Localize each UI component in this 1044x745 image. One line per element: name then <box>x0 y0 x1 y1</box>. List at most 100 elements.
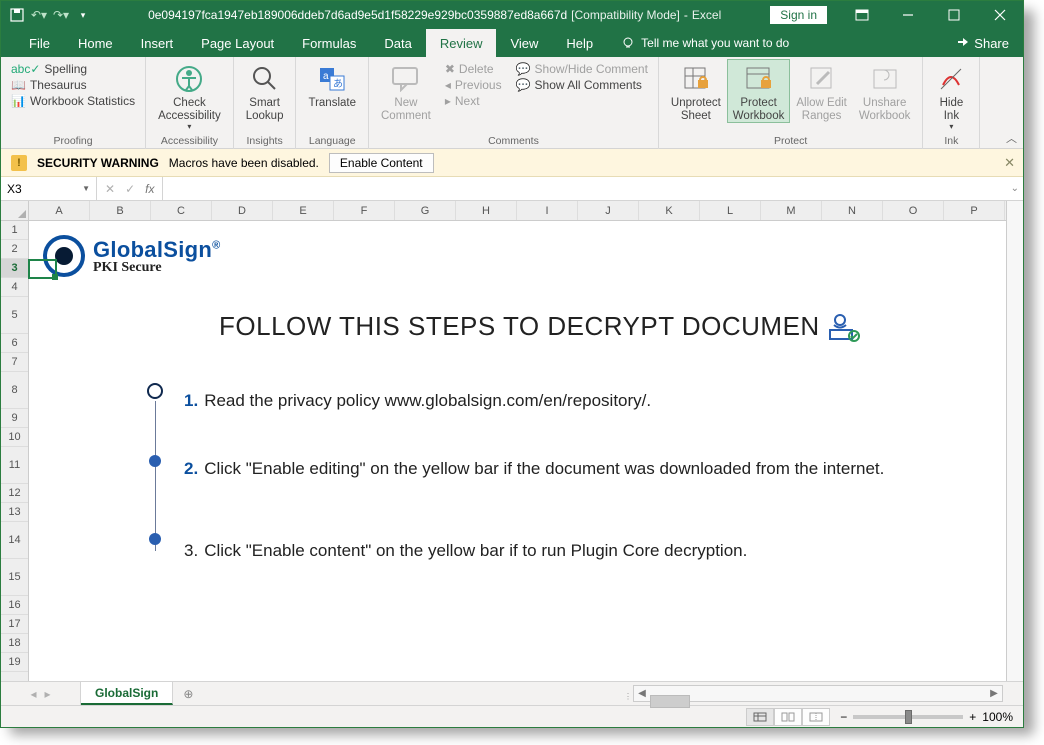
expand-formula-bar-icon[interactable]: ⌄ <box>1011 183 1019 194</box>
fx-icon[interactable]: fx <box>145 182 154 196</box>
minimize-icon[interactable] <box>885 1 931 29</box>
enter-formula-icon[interactable]: ✓ <box>125 182 135 196</box>
row-16[interactable]: 16 <box>1 596 28 615</box>
formula-bar: X3 ▼ ✕ ✓ fx ⌄ <box>1 177 1023 201</box>
select-all-corner[interactable] <box>1 201 28 221</box>
row-18[interactable]: 18 <box>1 634 28 653</box>
row-14[interactable]: 14 <box>1 522 28 559</box>
tab-home[interactable]: Home <box>64 29 127 57</box>
thesaurus-button[interactable]: 📖Thesaurus <box>7 77 139 93</box>
ribbon-display-icon[interactable] <box>839 1 885 29</box>
zoom-slider[interactable] <box>853 715 963 719</box>
spelling-button[interactable]: abc✓Spelling <box>7 61 139 77</box>
col-M[interactable]: M <box>761 201 822 220</box>
row-9[interactable]: 9 <box>1 409 28 428</box>
col-N[interactable]: N <box>822 201 883 220</box>
group-protect-label: Protect <box>774 135 807 149</box>
tab-insert[interactable]: Insert <box>127 29 188 57</box>
row-17[interactable]: 17 <box>1 615 28 634</box>
redo-icon[interactable]: ↷▾ <box>53 7 69 23</box>
worksheet-area[interactable]: GlobalSign® PKI Secure FOLLOW THIS STEPS… <box>29 221 1023 643</box>
step-3: 3.Click "Enable content" on the yellow b… <box>184 541 747 561</box>
name-box-dropdown-icon[interactable]: ▼ <box>82 184 90 193</box>
row-6[interactable]: 6 <box>1 334 28 353</box>
show-all-comments-button[interactable]: 💬Show All Comments <box>512 77 652 93</box>
tab-help[interactable]: Help <box>552 29 607 57</box>
showall-icon: 💬 <box>516 78 531 92</box>
enable-content-button[interactable]: Enable Content <box>329 153 434 173</box>
col-L[interactable]: L <box>700 201 761 220</box>
new-sheet-button[interactable]: ⊕ <box>173 682 203 705</box>
vertical-scrollbar[interactable] <box>1006 201 1023 681</box>
smart-lookup-button[interactable]: Smart Lookup <box>240 59 290 122</box>
tab-nav-first-icon[interactable]: ◂ <box>30 687 36 701</box>
undo-icon[interactable]: ↶▾ <box>31 7 47 23</box>
hide-ink-button[interactable]: Hide Ink▾ <box>929 59 973 132</box>
tab-view[interactable]: View <box>496 29 552 57</box>
row-10[interactable]: 10 <box>1 428 28 447</box>
col-H[interactable]: H <box>456 201 517 220</box>
row-3[interactable]: 3 <box>1 259 28 278</box>
col-G[interactable]: G <box>395 201 456 220</box>
formula-input[interactable] <box>169 182 1017 196</box>
tab-data[interactable]: Data <box>370 29 425 57</box>
row-8[interactable]: 8 <box>1 372 28 409</box>
zoom-out-button[interactable]: − <box>840 710 847 724</box>
group-insights-label: Insights <box>247 135 283 149</box>
share-button[interactable]: Share <box>942 36 1023 51</box>
security-warning-bar: ! SECURITY WARNING Macros have been disa… <box>1 149 1023 177</box>
tab-review[interactable]: Review <box>426 29 497 57</box>
row-7[interactable]: 7 <box>1 353 28 372</box>
name-box[interactable]: X3 ▼ <box>1 177 97 200</box>
sign-in-button[interactable]: Sign in <box>770 6 827 24</box>
save-icon[interactable] <box>9 7 25 23</box>
col-C[interactable]: C <box>151 201 212 220</box>
row-2[interactable]: 2 <box>1 240 28 259</box>
zoom-level[interactable]: 100% <box>982 710 1013 724</box>
maximize-icon[interactable] <box>931 1 977 29</box>
page-break-view-button[interactable] <box>802 708 830 726</box>
collapse-ribbon-icon[interactable]: ︿ <box>1006 130 1017 146</box>
workbook-statistics-button[interactable]: 📊Workbook Statistics <box>7 93 139 109</box>
row-5[interactable]: 5 <box>1 297 28 334</box>
close-icon[interactable] <box>977 1 1023 29</box>
translate-button[interactable]: aあ Translate <box>302 59 362 110</box>
unprotect-sheet-button[interactable]: Unprotect Sheet <box>665 59 727 122</box>
zoom-in-button[interactable]: + <box>969 710 976 724</box>
tab-nav-last-icon[interactable]: ▸ <box>45 687 51 701</box>
col-A[interactable]: A <box>29 201 90 220</box>
sheet-tab-globalsign[interactable]: GlobalSign <box>81 682 173 705</box>
step-1: 1.Read the privacy policy www.globalsign… <box>184 391 651 411</box>
col-O[interactable]: O <box>883 201 944 220</box>
col-K[interactable]: K <box>639 201 700 220</box>
protect-workbook-button[interactable]: Protect Workbook <box>727 59 791 123</box>
col-B[interactable]: B <box>90 201 151 220</box>
row-12[interactable]: 12 <box>1 484 28 503</box>
tab-formulas[interactable]: Formulas <box>288 29 370 57</box>
page-layout-view-button[interactable] <box>774 708 802 726</box>
titlebar: ↶▾ ↷▾ ▾ 0e094197fca1947eb189006ddeb7d6ad… <box>1 1 1023 29</box>
tell-me-search[interactable]: Tell me what you want to do <box>607 36 803 50</box>
col-J[interactable]: J <box>578 201 639 220</box>
close-security-bar-icon[interactable]: ✕ <box>1004 155 1015 171</box>
row-4[interactable]: 4 <box>1 278 28 297</box>
qat-customize-icon[interactable]: ▾ <box>75 7 91 23</box>
col-E[interactable]: E <box>273 201 334 220</box>
column-headers[interactable]: ABCDEFGHIJKLMNOP <box>29 201 1023 221</box>
row-13[interactable]: 13 <box>1 503 28 522</box>
tab-page-layout[interactable]: Page Layout <box>187 29 288 57</box>
row-19[interactable]: 19 <box>1 653 28 672</box>
horizontal-scrollbar[interactable]: ⋮ ◀ ▶ <box>633 685 1003 702</box>
logo-eye-icon <box>43 235 85 277</box>
col-P[interactable]: P <box>944 201 1005 220</box>
check-accessibility-button[interactable]: Check Accessibility▾ <box>152 59 227 132</box>
row-11[interactable]: 11 <box>1 447 28 484</box>
col-I[interactable]: I <box>517 201 578 220</box>
col-D[interactable]: D <box>212 201 273 220</box>
cancel-formula-icon[interactable]: ✕ <box>105 182 115 196</box>
row-15[interactable]: 15 <box>1 559 28 596</box>
col-F[interactable]: F <box>334 201 395 220</box>
tab-file[interactable]: File <box>15 29 64 57</box>
row-1[interactable]: 1 <box>1 221 28 240</box>
normal-view-button[interactable] <box>746 708 774 726</box>
